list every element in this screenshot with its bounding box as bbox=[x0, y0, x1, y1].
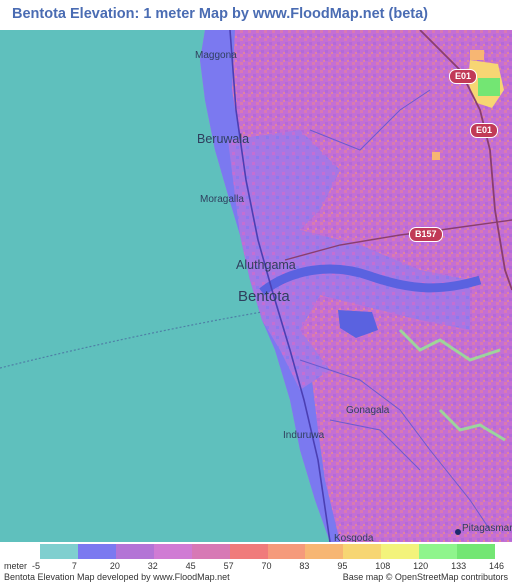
elevation-legend: meter -5 7 20 32 45 57 70 83 95 108 120 133 146 Bentot… bbox=[0, 542, 512, 582]
place-label-pitagasmar: Pitagasmar bbox=[462, 523, 512, 534]
map-canvas bbox=[0, 30, 512, 542]
legend-tick: 7 bbox=[71, 561, 77, 571]
legend-swatch bbox=[457, 544, 496, 559]
legend-tick: 57 bbox=[223, 561, 234, 571]
legend-swatch bbox=[381, 544, 420, 559]
legend-swatch bbox=[191, 544, 231, 559]
credit-left: Bentota Elevation Map developed by www.F… bbox=[4, 572, 230, 582]
legend-tick: 108 bbox=[375, 561, 391, 571]
legend-tick: 83 bbox=[299, 561, 310, 571]
legend-tick: 120 bbox=[413, 561, 429, 571]
legend-swatch bbox=[229, 544, 268, 559]
legend-swatch bbox=[40, 544, 79, 559]
high-patch-e bbox=[432, 152, 440, 160]
place-label-induruwa: Induruwa bbox=[283, 430, 325, 441]
legend-swatch bbox=[419, 544, 458, 559]
legend-tick: 32 bbox=[147, 561, 158, 571]
road-junction-se bbox=[455, 529, 461, 535]
map-title: Bentota Elevation: 1 meter Map by www.Fl… bbox=[12, 6, 428, 22]
elevation-map[interactable]: Maggona Beruwala Moragalla Aluthgama Ben… bbox=[0, 30, 512, 542]
green-high-ne bbox=[478, 78, 500, 96]
place-label-bentota: Bentota bbox=[238, 288, 290, 305]
legend-tick: 95 bbox=[337, 561, 348, 571]
legend-tick: 70 bbox=[261, 561, 272, 571]
orange-high-ne bbox=[470, 50, 484, 60]
legend-tick: 146 bbox=[489, 561, 505, 571]
road-shield-e01-south: E01 bbox=[470, 123, 499, 138]
legend-tick: 20 bbox=[109, 561, 120, 571]
legend-tick: 133 bbox=[451, 561, 467, 571]
place-label-beruwala: Beruwala bbox=[197, 132, 250, 146]
credit-right: Base map © OpenStreetMap contributors bbox=[342, 572, 508, 582]
legend-swatch bbox=[267, 544, 306, 559]
legend-tick: 45 bbox=[185, 561, 196, 571]
road-shield-b157: B157 bbox=[409, 227, 443, 242]
legend-swatch bbox=[343, 544, 382, 559]
legend-unit: meter bbox=[4, 561, 28, 571]
place-label-aluthgama: Aluthgama bbox=[236, 258, 296, 272]
legend-swatch bbox=[153, 544, 193, 559]
legend-swatch bbox=[77, 544, 117, 559]
legend-tick: -5 bbox=[32, 561, 41, 571]
place-label-moragalla: Moragalla bbox=[200, 194, 244, 205]
place-label-gonagala: Gonagala bbox=[346, 405, 390, 416]
place-label-maggona: Maggona bbox=[195, 50, 237, 61]
legend-swatch bbox=[115, 544, 155, 559]
road-shield-e01-north: E01 bbox=[449, 69, 478, 84]
place-label-kosgoda: Kosgoda bbox=[334, 533, 374, 542]
legend-swatch bbox=[305, 544, 344, 559]
title-bar: Bentota Elevation: 1 meter Map by www.Fl… bbox=[0, 0, 512, 30]
